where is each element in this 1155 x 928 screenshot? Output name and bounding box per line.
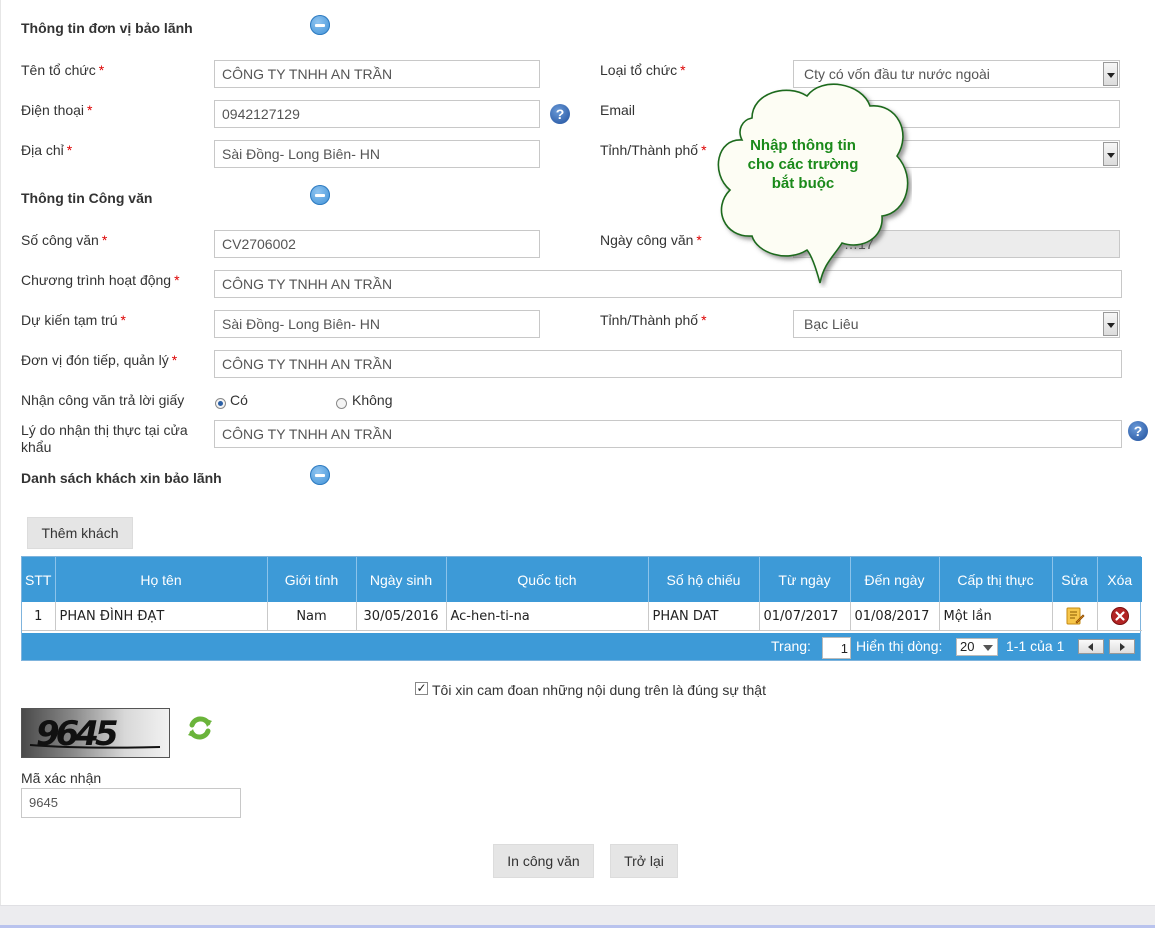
table-header-row: STT Họ tên Giới tính Ngày sinh Quốc tịch… [22,557,1142,602]
pager-rows-value: 20 [960,639,975,654]
pager-range: 1-1 của 1 [1006,638,1065,654]
page-footer [0,905,1155,928]
stay-label: Dự kiến tạm trú * [21,312,126,328]
help-icon[interactable]: ? [550,104,570,124]
pager-page-label: Trang: [771,638,811,654]
chevron-left-icon [1088,643,1093,651]
dropdown-arrow-icon[interactable] [1103,312,1118,336]
col-header-nationality[interactable]: Quốc tịch [446,557,649,602]
add-guest-button[interactable]: Thêm khách [27,517,133,549]
cell-from: 01/07/2017 [759,602,851,631]
stay-province-value: Bạc Liêu [804,316,859,332]
reply-yes-radio[interactable] [215,398,226,409]
org-type-label: Loại tổ chức * [600,62,686,78]
email-label: Email [600,102,636,118]
col-header-visa[interactable]: Cấp thị thực [939,557,1053,602]
cell-dob: 30/05/2016 [356,602,447,631]
collapse-icon[interactable] [310,15,330,35]
tooltip-text: Nhập thông tin cho các trường bắt buộc [728,136,878,193]
print-button[interactable]: In công văn [493,844,594,878]
table-pager: Trang: 1 Hiển thị dòng: 20 1-1 của 1 [22,633,1140,660]
edit-icon[interactable] [1065,606,1085,626]
cell-gender: Nam [267,602,357,631]
stay-input[interactable]: Sài Đồng- Long Biên- HN [214,310,540,338]
cell-stt: 1 [22,602,56,631]
captcha-image: 9645 [21,708,170,758]
section-title-guests: Danh sách khách xin bảo lãnh [21,470,222,486]
reply-no-radio[interactable] [336,398,347,409]
program-input[interactable]: CÔNG TY TNHH AN TRẦN [214,270,1122,298]
visa-reason-label: Lý do nhận thị thực tại cửa khẩu [21,422,188,455]
col-header-passport[interactable]: Số hộ chiếu [648,557,760,602]
collapse-icon[interactable] [310,185,330,205]
col-header-from[interactable]: Từ ngày [759,557,851,602]
phone-input[interactable]: 0942127129 [214,100,540,128]
captcha-input[interactable]: 9645 [21,788,241,818]
reply-no-label: Không [352,392,393,408]
col-header-edit: Sửa [1052,557,1098,602]
cell-visa: Một lần [939,602,1053,631]
program-label: Chương trình hoạt động * [21,272,180,288]
visa-reason-input[interactable]: CÔNG TY TNHH AN TRẦN [214,420,1122,448]
pager-rows-select[interactable]: 20 [956,638,998,656]
commit-text: Tôi xin cam đoan những nội dung trên là … [432,682,766,698]
chevron-down-icon [983,645,993,651]
stay-province-label: Tỉnh/Thành phố * [600,312,707,328]
host-label: Đơn vị đón tiếp, quản lý * [21,352,178,368]
commit-checkbox[interactable]: ✓ [415,682,428,695]
prev-page-button[interactable] [1078,639,1104,654]
stay-province-select[interactable]: Bạc Liêu [793,310,1120,338]
cell-nationality: Ac-hen-ti-na [446,602,649,631]
phone-label: Điện thoại * [21,102,93,118]
cell-passport: PHAN DAT [648,602,760,631]
col-header-name[interactable]: Họ tên [55,557,268,602]
cell-edit [1052,602,1098,631]
address-input[interactable]: Sài Đồng- Long Biên- HN [214,140,540,168]
tooltip-line: cho các trường [747,156,859,173]
section-title-org: Thông tin đơn vị bảo lãnh [21,20,193,36]
col-header-delete: Xóa [1097,557,1142,602]
org-name-input[interactable]: CÔNG TY TNHH AN TRẦN [214,60,540,88]
province-label: Tỉnh/Thành phố * [600,142,707,158]
dropdown-arrow-icon[interactable] [1103,142,1118,166]
refresh-icon[interactable] [184,712,216,744]
doc-no-input[interactable]: CV2706002 [214,230,540,258]
address-label: Địa chỉ * [21,142,73,158]
tooltip-line: Nhập thông tin [750,137,856,154]
section-title-doc: Thông tin Công văn [21,190,153,206]
col-header-dob[interactable]: Ngày sinh [356,557,447,602]
next-page-button[interactable] [1109,639,1135,654]
cell-delete [1097,602,1142,631]
col-header-gender[interactable]: Giới tính [267,557,357,602]
org-name-label: Tên tổ chức * [21,62,105,78]
tooltip-line: bắt buộc [771,175,835,192]
host-input[interactable]: CÔNG TY TNHH AN TRẦN [214,350,1122,378]
chevron-right-icon [1120,643,1125,651]
reply-yes-label: Có [230,392,248,408]
table-row[interactable]: 1 PHAN ĐÌNH ĐẠT Nam 30/05/2016 Ac-hen-ti… [22,602,1142,631]
delete-icon[interactable] [1110,606,1130,626]
captcha-text: 9645 [36,714,117,754]
reply-label: Nhận công văn trả lời giấy [21,392,185,408]
col-header-to[interactable]: Đến ngày [850,557,940,602]
collapse-icon[interactable] [310,465,330,485]
col-header-stt[interactable]: STT [22,557,56,602]
left-border [0,0,1,905]
help-icon[interactable]: ? [1128,421,1148,441]
doc-no-label: Số công văn * [21,232,108,248]
dropdown-arrow-icon[interactable] [1103,62,1118,86]
back-button[interactable]: Trở lại [610,844,678,878]
captcha-label: Mã xác nhận [21,770,102,786]
cell-to: 01/08/2017 [850,602,940,631]
pager-page-input[interactable]: 1 [822,637,851,659]
pager-rows-label: Hiển thị dòng: [856,638,943,654]
doc-date-label: Ngày công văn * [600,232,702,248]
guest-table: STT Họ tên Giới tính Ngày sinh Quốc tịch… [21,556,1142,661]
cell-name: PHAN ĐÌNH ĐẠT [55,602,268,631]
